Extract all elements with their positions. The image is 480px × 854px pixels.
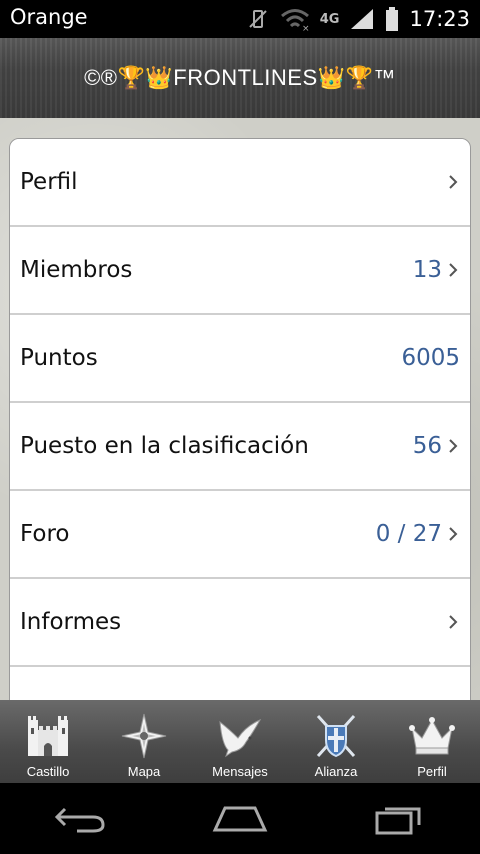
menu-item-label: Perfil bbox=[20, 169, 78, 195]
menu-item-value: 13 bbox=[412, 257, 442, 283]
menu-item-value: 56 bbox=[412, 433, 442, 459]
recent-apps-icon bbox=[375, 807, 421, 834]
list-item[interactable] bbox=[10, 667, 470, 701]
home-icon bbox=[212, 806, 268, 831]
carrier-name: Orange bbox=[10, 5, 88, 29]
tab-label: Castillo bbox=[26, 764, 70, 779]
menu-item-informes[interactable]: Informes bbox=[10, 579, 470, 667]
network-type: 4G bbox=[319, 11, 340, 27]
svg-text:×: × bbox=[302, 24, 310, 31]
tab-mapa[interactable]: Mapa bbox=[96, 700, 192, 783]
battery-icon bbox=[386, 7, 399, 31]
chevron-right-icon bbox=[449, 175, 458, 189]
tab-alianza[interactable]: Alianza bbox=[288, 700, 384, 783]
tab-perfil[interactable]: Perfil bbox=[384, 700, 480, 783]
menu-item-miembros[interactable]: Miembros 13 bbox=[10, 227, 470, 315]
wifi-icon: × bbox=[280, 9, 310, 31]
chevron-right-icon bbox=[449, 615, 458, 629]
page-title: ©®🏆👑FRONTLINES👑🏆™ bbox=[84, 65, 396, 90]
back-arrow-icon bbox=[54, 807, 105, 832]
clock: 17:23 bbox=[409, 7, 470, 31]
dove-icon bbox=[219, 718, 262, 758]
menu-item-value: 6005 bbox=[401, 345, 460, 371]
back-button[interactable] bbox=[40, 794, 120, 844]
bottom-tab-bar: Castillo Mapa Mensajes Alianza Perfil bbox=[0, 700, 480, 783]
crossed-swords-shield-icon bbox=[316, 714, 356, 758]
compass-star-icon bbox=[121, 713, 167, 759]
home-button[interactable] bbox=[200, 794, 280, 844]
signal-icon bbox=[351, 9, 374, 29]
recent-apps-button[interactable] bbox=[360, 794, 440, 844]
title-bar: ©®🏆👑FRONTLINES👑🏆™ bbox=[0, 38, 480, 118]
chevron-right-icon bbox=[449, 263, 458, 277]
tab-label: Perfil bbox=[417, 764, 447, 779]
chevron-right-icon bbox=[449, 527, 458, 541]
menu-item-perfil[interactable]: Perfil bbox=[10, 139, 470, 227]
menu-item-puesto-clasificacion[interactable]: Puesto en la clasificación 56 bbox=[10, 403, 470, 491]
tab-label: Mensajes bbox=[212, 764, 268, 779]
castle-icon bbox=[28, 716, 68, 756]
tab-label: Mapa bbox=[127, 764, 161, 779]
menu-item-label: Puesto en la clasificación bbox=[20, 433, 309, 459]
menu-item-value: 0 / 27 bbox=[375, 521, 442, 547]
status-icons: × 4G 17:23 bbox=[246, 4, 470, 34]
menu-item-puntos: Puntos 6005 bbox=[10, 315, 470, 403]
crown-icon bbox=[409, 717, 455, 755]
vibrate-off-icon bbox=[249, 10, 267, 28]
system-nav-bar bbox=[0, 783, 480, 854]
menu-item-label: Informes bbox=[20, 609, 122, 635]
menu-item-label: Foro bbox=[20, 521, 70, 547]
chevron-right-icon bbox=[449, 439, 458, 453]
menu-item-label: Puntos bbox=[20, 345, 98, 371]
menu-item-label: Miembros bbox=[20, 257, 133, 283]
tab-label: Alianza bbox=[314, 764, 358, 779]
alliance-menu-list: Perfil Miembros 13 Puntos 6005 Puesto en… bbox=[9, 138, 471, 702]
tab-mensajes[interactable]: Mensajes bbox=[192, 700, 288, 783]
menu-item-foro[interactable]: Foro 0 / 27 bbox=[10, 491, 470, 579]
status-bar: Orange × 4G 17:23 bbox=[0, 0, 480, 38]
tab-castillo[interactable]: Castillo bbox=[0, 700, 96, 783]
